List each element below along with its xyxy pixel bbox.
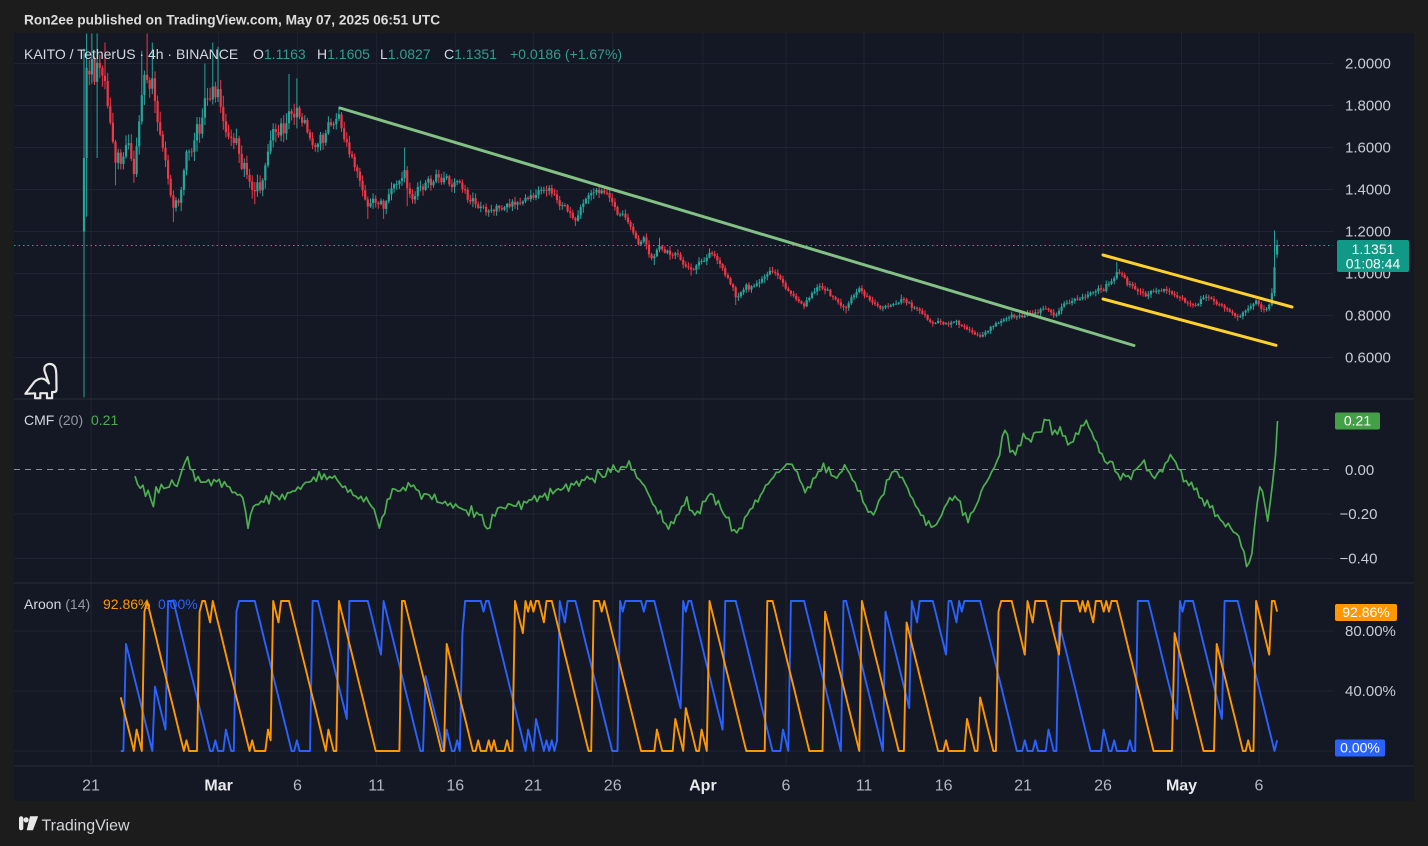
svg-text:16: 16	[446, 778, 464, 795]
svg-text:21: 21	[524, 778, 542, 795]
svg-text:6: 6	[293, 778, 302, 795]
svg-text:0.21: 0.21	[1344, 413, 1371, 429]
svg-text:16: 16	[935, 778, 953, 795]
svg-text:KAITO / TetherUS · 4h · BINANC: KAITO / TetherUS · 4h · BINANCEO1.1163H1…	[24, 46, 622, 62]
svg-text:−0.20: −0.20	[1340, 506, 1378, 523]
svg-text:1.2000: 1.2000	[1345, 224, 1391, 241]
svg-text:26: 26	[604, 778, 622, 795]
svg-text:21: 21	[82, 778, 100, 795]
svg-text:21: 21	[1014, 778, 1032, 795]
svg-text:−0.40: −0.40	[1340, 551, 1378, 568]
svg-text:CMF (20)0.21: CMF (20)0.21	[24, 412, 118, 428]
svg-text:92.86%: 92.86%	[1342, 604, 1389, 620]
svg-text:11: 11	[368, 778, 385, 795]
svg-text:0.00: 0.00	[1345, 462, 1374, 479]
svg-text:TradingView: TradingView	[42, 818, 130, 835]
svg-text:0.8000: 0.8000	[1345, 308, 1391, 325]
svg-text:6: 6	[1255, 778, 1264, 795]
svg-text:Apr: Apr	[689, 778, 717, 795]
svg-text:11: 11	[856, 778, 873, 795]
svg-text:1.6000: 1.6000	[1345, 140, 1391, 157]
svg-text:May: May	[1166, 778, 1197, 795]
svg-text:1.4000: 1.4000	[1345, 182, 1391, 199]
svg-text:26: 26	[1094, 778, 1112, 795]
svg-text:Mar: Mar	[204, 778, 232, 795]
svg-text:0.00%: 0.00%	[1340, 740, 1380, 756]
svg-text:2.0000: 2.0000	[1345, 56, 1391, 73]
svg-text:40.00%: 40.00%	[1345, 683, 1396, 700]
svg-text:0.6000: 0.6000	[1345, 350, 1391, 367]
svg-text:80.00%: 80.00%	[1345, 623, 1396, 640]
svg-text:Aroon (14)92.86%0.00%: Aroon (14)92.86%0.00%	[24, 596, 198, 612]
svg-text:Ron2ee published on TradingVie: Ron2ee published on TradingView.com, May…	[24, 13, 440, 28]
svg-text:01:08:44: 01:08:44	[1346, 256, 1401, 272]
svg-text:6: 6	[782, 778, 791, 795]
svg-text:1.8000: 1.8000	[1345, 98, 1391, 115]
